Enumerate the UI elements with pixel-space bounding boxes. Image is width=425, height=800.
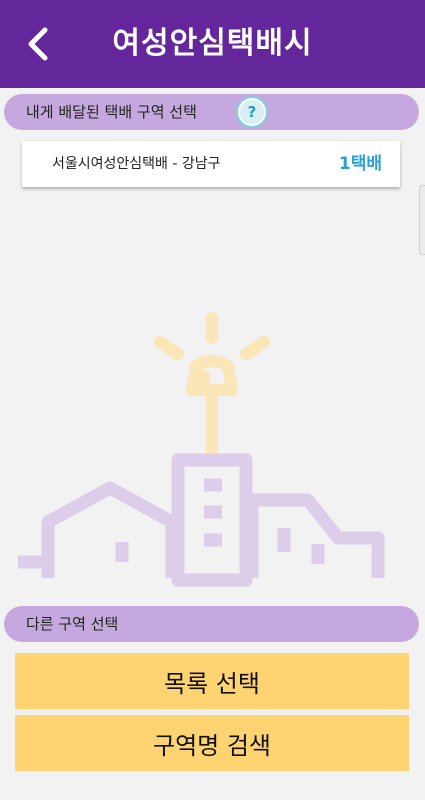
question-glyph: ? <box>240 100 264 124</box>
lighthouse-icon <box>186 355 238 461</box>
question-icon[interactable]: ? <box>236 96 268 128</box>
parcel-count: 1택배 <box>338 154 382 174</box>
list-select-button[interactable]: 목록 선택 <box>15 653 409 709</box>
other-region-section-header: 다른 구역 선택 <box>4 606 419 642</box>
city-lighthouse-illustration <box>18 312 385 587</box>
light-rays-icon <box>154 312 270 360</box>
region-name: 서울시여성안심택배 - 강남구 <box>52 156 221 172</box>
region-search-button[interactable]: 구역명 검색 <box>15 715 409 771</box>
scroll-edge-indicator <box>419 185 425 255</box>
app-header: 여성안심택배시 <box>0 0 425 88</box>
region-list-item[interactable]: 서울시여성안심택배 - 강남구 1택배 <box>22 141 400 187</box>
my-region-section-label: 내게 배달된 택배 구역 선택 <box>26 103 197 121</box>
city-skyline-icon <box>18 453 385 587</box>
other-region-section-label: 다른 구역 선택 <box>26 615 119 633</box>
app-title: 여성안심택배시 <box>112 26 313 61</box>
my-region-section-header: 내게 배달된 택배 구역 선택 ? <box>4 94 419 130</box>
